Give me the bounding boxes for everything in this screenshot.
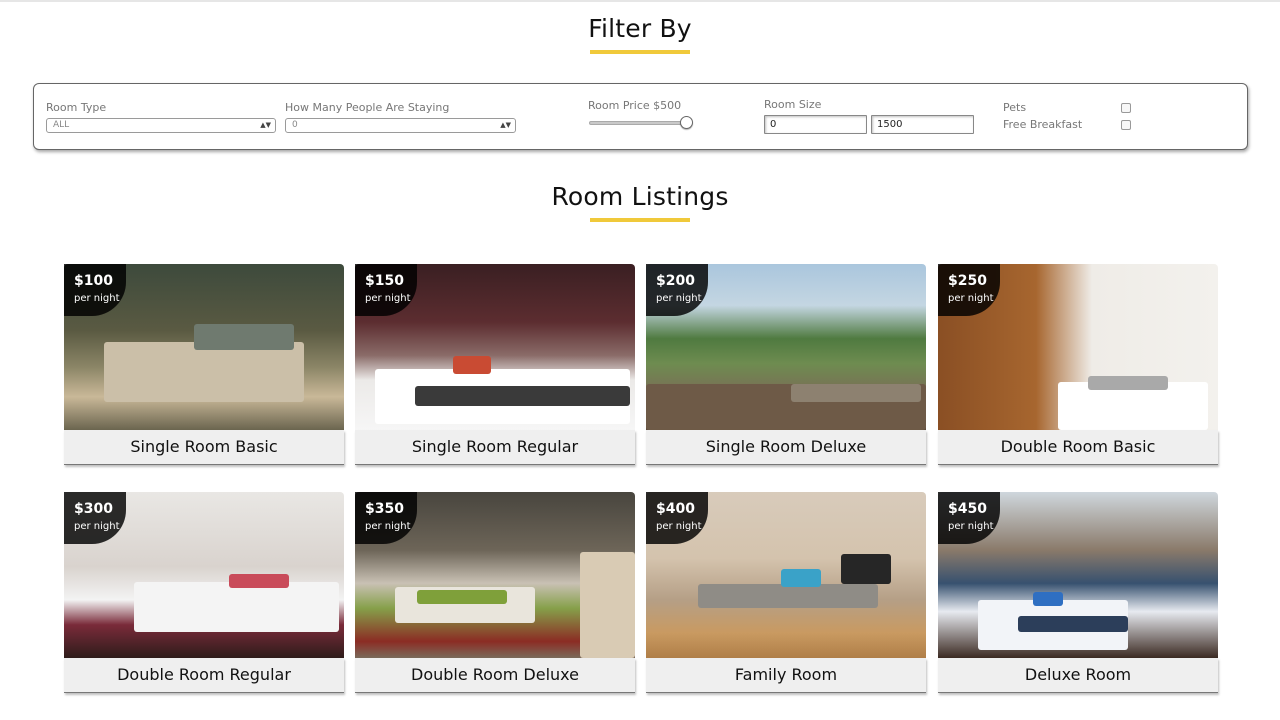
filter-title: Filter By	[588, 14, 692, 43]
size-min-input[interactable]: 0	[764, 115, 867, 134]
price-per-night: per night	[74, 521, 120, 532]
filter-panel: Room Type ALL ▲▼ How Many People Are Sta…	[33, 83, 1248, 150]
room-name[interactable]: Double Room Deluxe	[355, 658, 635, 693]
price-per-night: per night	[948, 293, 994, 304]
breakfast-label: Free Breakfast	[1003, 118, 1083, 131]
room-name[interactable]: Single Room Basic	[64, 430, 344, 465]
price-per-night: per night	[656, 521, 702, 532]
price-per-night: per night	[365, 293, 411, 304]
room-type-label: Room Type	[46, 101, 107, 114]
room-name[interactable]: Deluxe Room	[938, 658, 1218, 693]
room-card[interactable]: $400 per night Family Room	[646, 492, 926, 693]
price-slider-thumb[interactable]	[680, 116, 693, 129]
room-card[interactable]: $350 per night Double Room Deluxe	[355, 492, 635, 693]
price-amount: $350	[365, 501, 404, 517]
room-name[interactable]: Single Room Regular	[355, 430, 635, 465]
top-divider	[0, 0, 1280, 2]
price-slider-track[interactable]	[589, 121, 685, 125]
room-name[interactable]: Family Room	[646, 658, 926, 693]
price-amount: $300	[74, 501, 113, 517]
updown-caret-icon: ▲▼	[500, 121, 511, 129]
updown-caret-icon: ▲▼	[260, 121, 271, 129]
room-card[interactable]: $200 per night Single Room Deluxe	[646, 264, 926, 465]
guests-select[interactable]: 0 ▲▼	[285, 118, 516, 133]
price-per-night: per night	[948, 521, 994, 532]
listings-title: Room Listings	[551, 182, 729, 211]
pets-checkbox[interactable]	[1121, 103, 1131, 113]
room-card[interactable]: $300 per night Double Room Regular	[64, 492, 344, 693]
room-type-select[interactable]: ALL ▲▼	[46, 118, 276, 133]
filter-title-underline	[590, 50, 690, 54]
room-card[interactable]: $250 per night Double Room Basic	[938, 264, 1218, 465]
price-per-night: per night	[365, 521, 411, 532]
room-card[interactable]: $100 per night Single Room Basic	[64, 264, 344, 465]
price-amount: $400	[656, 501, 695, 517]
room-name[interactable]: Single Room Deluxe	[646, 430, 926, 465]
listings-heading: Room Listings	[0, 182, 1280, 211]
price-amount: $150	[365, 273, 404, 289]
breakfast-checkbox[interactable]	[1121, 120, 1131, 130]
room-name[interactable]: Double Room Regular	[64, 658, 344, 693]
price-amount: $250	[948, 273, 987, 289]
price-label: Room Price $500	[588, 99, 682, 112]
size-label: Room Size	[764, 98, 822, 111]
room-type-value: ALL	[53, 120, 70, 130]
pets-label: Pets	[1003, 101, 1027, 114]
guests-label: How Many People Are Staying	[285, 101, 450, 114]
price-per-night: per night	[74, 293, 120, 304]
price-amount: $450	[948, 501, 987, 517]
price-amount: $200	[656, 273, 695, 289]
room-name[interactable]: Double Room Basic	[938, 430, 1218, 465]
price-amount: $100	[74, 273, 113, 289]
price-per-night: per night	[656, 293, 702, 304]
filter-heading: Filter By	[0, 14, 1280, 43]
room-card[interactable]: $150 per night Single Room Regular	[355, 264, 635, 465]
guests-value: 0	[292, 120, 298, 130]
size-max-input[interactable]: 1500	[871, 115, 974, 134]
room-card[interactable]: $450 per night Deluxe Room	[938, 492, 1218, 693]
listings-title-underline	[590, 218, 690, 222]
